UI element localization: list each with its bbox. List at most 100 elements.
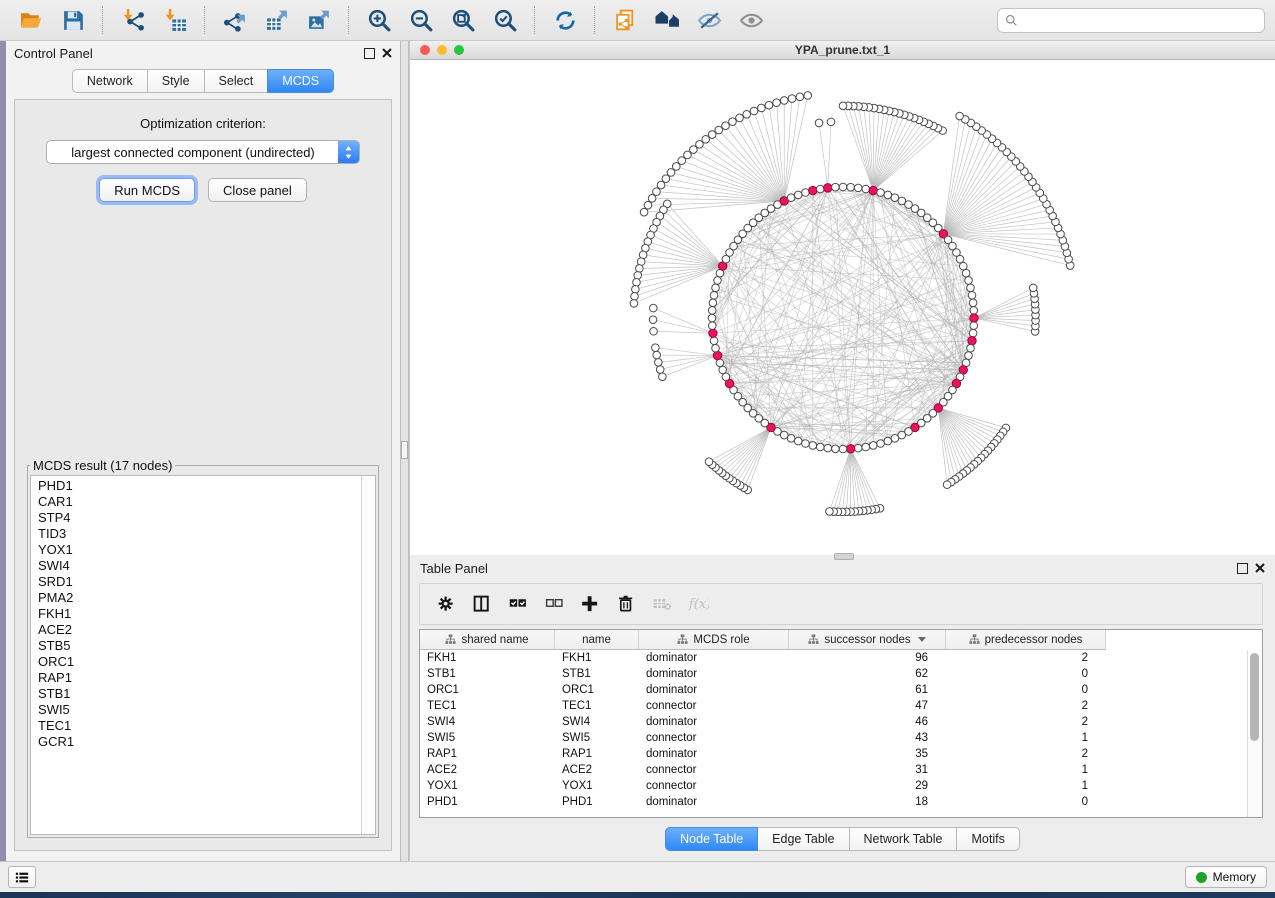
graph-node[interactable]: [839, 183, 847, 191]
table-tab-node-table[interactable]: Node Table: [665, 827, 758, 851]
result-list-item[interactable]: STP4: [38, 510, 361, 526]
graph-node[interactable]: [636, 265, 644, 273]
window-zoom-traffic-light[interactable]: [454, 45, 464, 55]
delete-column-button[interactable]: [611, 590, 641, 618]
result-list-item[interactable]: SRD1: [38, 574, 361, 590]
result-list-item[interactable]: YOX1: [38, 542, 361, 558]
graph-hub-node[interactable]: [968, 337, 976, 345]
show-all-button[interactable]: [734, 5, 768, 35]
export-network-button[interactable]: [218, 5, 252, 35]
graph-node[interactable]: [632, 286, 640, 294]
graph-node[interactable]: [968, 291, 976, 299]
graph-node[interactable]: [758, 104, 766, 112]
export-image-button[interactable]: [302, 5, 336, 35]
graph-node[interactable]: [709, 299, 717, 307]
table-tab-edge-table[interactable]: Edge Table: [757, 827, 849, 851]
graph-node[interactable]: [965, 352, 973, 360]
graph-node[interactable]: [630, 300, 638, 308]
import-table-button[interactable]: [158, 5, 192, 35]
zoom-in-button[interactable]: [362, 5, 396, 35]
result-list-item[interactable]: PHD1: [38, 478, 361, 494]
close-panel-icon[interactable]: [382, 48, 392, 58]
import-network-button[interactable]: [116, 5, 150, 35]
graph-node[interactable]: [826, 508, 834, 516]
houses-button[interactable]: [650, 5, 684, 35]
result-list-item[interactable]: FKH1: [38, 606, 361, 622]
graph-node[interactable]: [715, 126, 723, 134]
graph-node[interactable]: [653, 351, 661, 359]
table-row[interactable]: SWI5SWI5connector431: [420, 730, 1106, 746]
graph-node[interactable]: [884, 437, 892, 445]
table-tab-network-table[interactable]: Network Table: [849, 827, 958, 851]
tab-network[interactable]: Network: [72, 69, 148, 93]
float-panel-icon[interactable]: [364, 48, 375, 59]
vertical-splitter[interactable]: [400, 41, 409, 861]
graph-hub-node[interactable]: [846, 445, 854, 453]
column-header-name[interactable]: name: [555, 630, 639, 649]
graph-node[interactable]: [969, 299, 977, 307]
result-list-item[interactable]: STB1: [38, 686, 361, 702]
column-header-predecessor_nodes[interactable]: predecessor nodes: [946, 630, 1106, 649]
graph-node[interactable]: [787, 194, 795, 202]
graph-node[interactable]: [847, 183, 855, 191]
add-column-button[interactable]: [575, 590, 605, 618]
network-canvas[interactable]: [410, 60, 1275, 555]
graph-node[interactable]: [862, 185, 870, 193]
graph-node[interactable]: [832, 183, 840, 191]
table-settings-button[interactable]: [431, 590, 461, 618]
result-list-item[interactable]: TEC1: [38, 718, 361, 734]
graph-node[interactable]: [816, 443, 824, 451]
graph-node[interactable]: [650, 304, 658, 312]
graph-node[interactable]: [708, 131, 716, 139]
open-file-button[interactable]: [14, 5, 48, 35]
graph-node[interactable]: [644, 201, 652, 209]
tab-mcds[interactable]: MCDS: [267, 69, 334, 93]
graph-node[interactable]: [662, 175, 670, 183]
window-minimize-traffic-light[interactable]: [437, 45, 447, 55]
graph-node[interactable]: [969, 329, 977, 337]
graph-node[interactable]: [839, 445, 847, 453]
table-scrollbar[interactable]: [1247, 650, 1262, 817]
task-history-button[interactable]: [8, 866, 36, 888]
result-list-item[interactable]: TID3: [38, 526, 361, 542]
table-row[interactable]: SWI4SWI4dominator462: [420, 714, 1106, 730]
graph-hub-node[interactable]: [824, 184, 832, 192]
graph-node[interactable]: [967, 344, 975, 352]
graph-node[interactable]: [891, 434, 899, 442]
graph-node[interactable]: [802, 440, 810, 448]
close-table-panel-icon[interactable]: [1255, 563, 1265, 573]
column-header-shared_name[interactable]: shared name: [420, 630, 555, 649]
zoom-selected-button[interactable]: [488, 5, 522, 35]
result-list-scrollbar[interactable]: [361, 476, 375, 834]
graph-node[interactable]: [750, 107, 758, 115]
save-session-button[interactable]: [56, 5, 90, 35]
graph-node[interactable]: [970, 322, 978, 330]
result-list-item[interactable]: PMA2: [38, 590, 361, 606]
table-row[interactable]: ACE2ACE2connector311: [420, 762, 1106, 778]
graph-node[interactable]: [765, 101, 773, 109]
refresh-button[interactable]: [548, 5, 582, 35]
graph-node[interactable]: [712, 344, 720, 352]
table-row[interactable]: RAP1RAP1dominator352: [420, 746, 1106, 762]
graph-node[interactable]: [773, 99, 781, 107]
table-row[interactable]: FKH1FKH1dominator962: [420, 650, 1106, 666]
graph-node[interactable]: [780, 97, 788, 105]
graph-hub-node[interactable]: [970, 314, 978, 322]
table-tab-motifs[interactable]: Motifs: [956, 827, 1019, 851]
delete-table-button[interactable]: [647, 590, 677, 618]
graph-node[interactable]: [640, 208, 648, 216]
graph-node[interactable]: [956, 112, 964, 120]
graph-node[interactable]: [722, 122, 730, 130]
graph-node[interactable]: [967, 284, 975, 292]
zoom-out-button[interactable]: [404, 5, 438, 35]
graph-node[interactable]: [654, 359, 662, 367]
graph-node[interactable]: [794, 191, 802, 199]
select-all-rows-button[interactable]: [503, 590, 533, 618]
memory-button[interactable]: Memory: [1185, 866, 1267, 888]
export-table-button[interactable]: [260, 5, 294, 35]
graph-hub-node[interactable]: [869, 186, 877, 194]
graph-node[interactable]: [719, 366, 727, 374]
vertical-splitter-handle[interactable]: [401, 441, 408, 459]
graph-node[interactable]: [712, 284, 720, 292]
graph-node[interactable]: [656, 366, 664, 374]
